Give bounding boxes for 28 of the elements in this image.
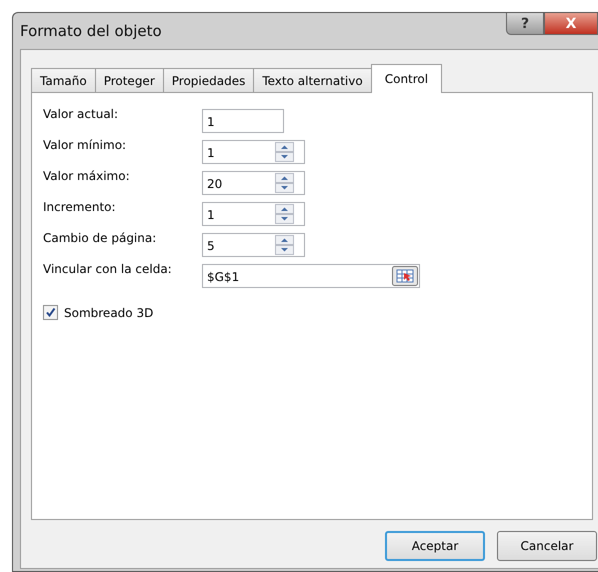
- tab[interactable]: Control: [370, 64, 442, 93]
- field-label: Valor máximo:: [43, 168, 131, 183]
- tab[interactable]: Texto alternativo: [253, 68, 372, 92]
- checkbox[interactable]: [43, 305, 58, 320]
- tab[interactable]: Proteger: [94, 68, 164, 92]
- spin-field[interactable]: 5: [202, 232, 305, 256]
- tab[interactable]: Tamaño: [31, 68, 96, 92]
- help-button[interactable]: ?: [506, 13, 544, 35]
- spin-arrows-icon[interactable]: [275, 204, 294, 224]
- input-field[interactable]: 1: [202, 108, 284, 132]
- spin-field[interactable]: 1: [202, 202, 305, 226]
- field-label: Cambio de página:: [43, 230, 158, 245]
- dialog-button[interactable]: Cancelar: [497, 531, 597, 561]
- spin-arrows-icon[interactable]: [275, 234, 294, 254]
- cell-reference-field[interactable]: $G$1: [202, 264, 420, 288]
- spin-field[interactable]: 1: [202, 140, 305, 164]
- field-label: Valor actual:: [43, 106, 120, 121]
- field-label: Valor mínimo:: [43, 137, 128, 152]
- spin-field[interactable]: 20: [202, 170, 305, 194]
- dialog-button[interactable]: Aceptar: [385, 531, 485, 561]
- spin-arrows-icon[interactable]: [275, 172, 294, 192]
- field-label: Incremento:: [43, 199, 117, 214]
- spin-arrows-icon[interactable]: [275, 142, 294, 162]
- window-title: Formato del objeto: [20, 22, 163, 40]
- field-label: Vincular con la celda:: [43, 261, 173, 276]
- checkbox-label: Sombreado 3D: [64, 306, 154, 320]
- select-range-icon[interactable]: [392, 266, 418, 286]
- tab[interactable]: Propiedades: [162, 68, 254, 92]
